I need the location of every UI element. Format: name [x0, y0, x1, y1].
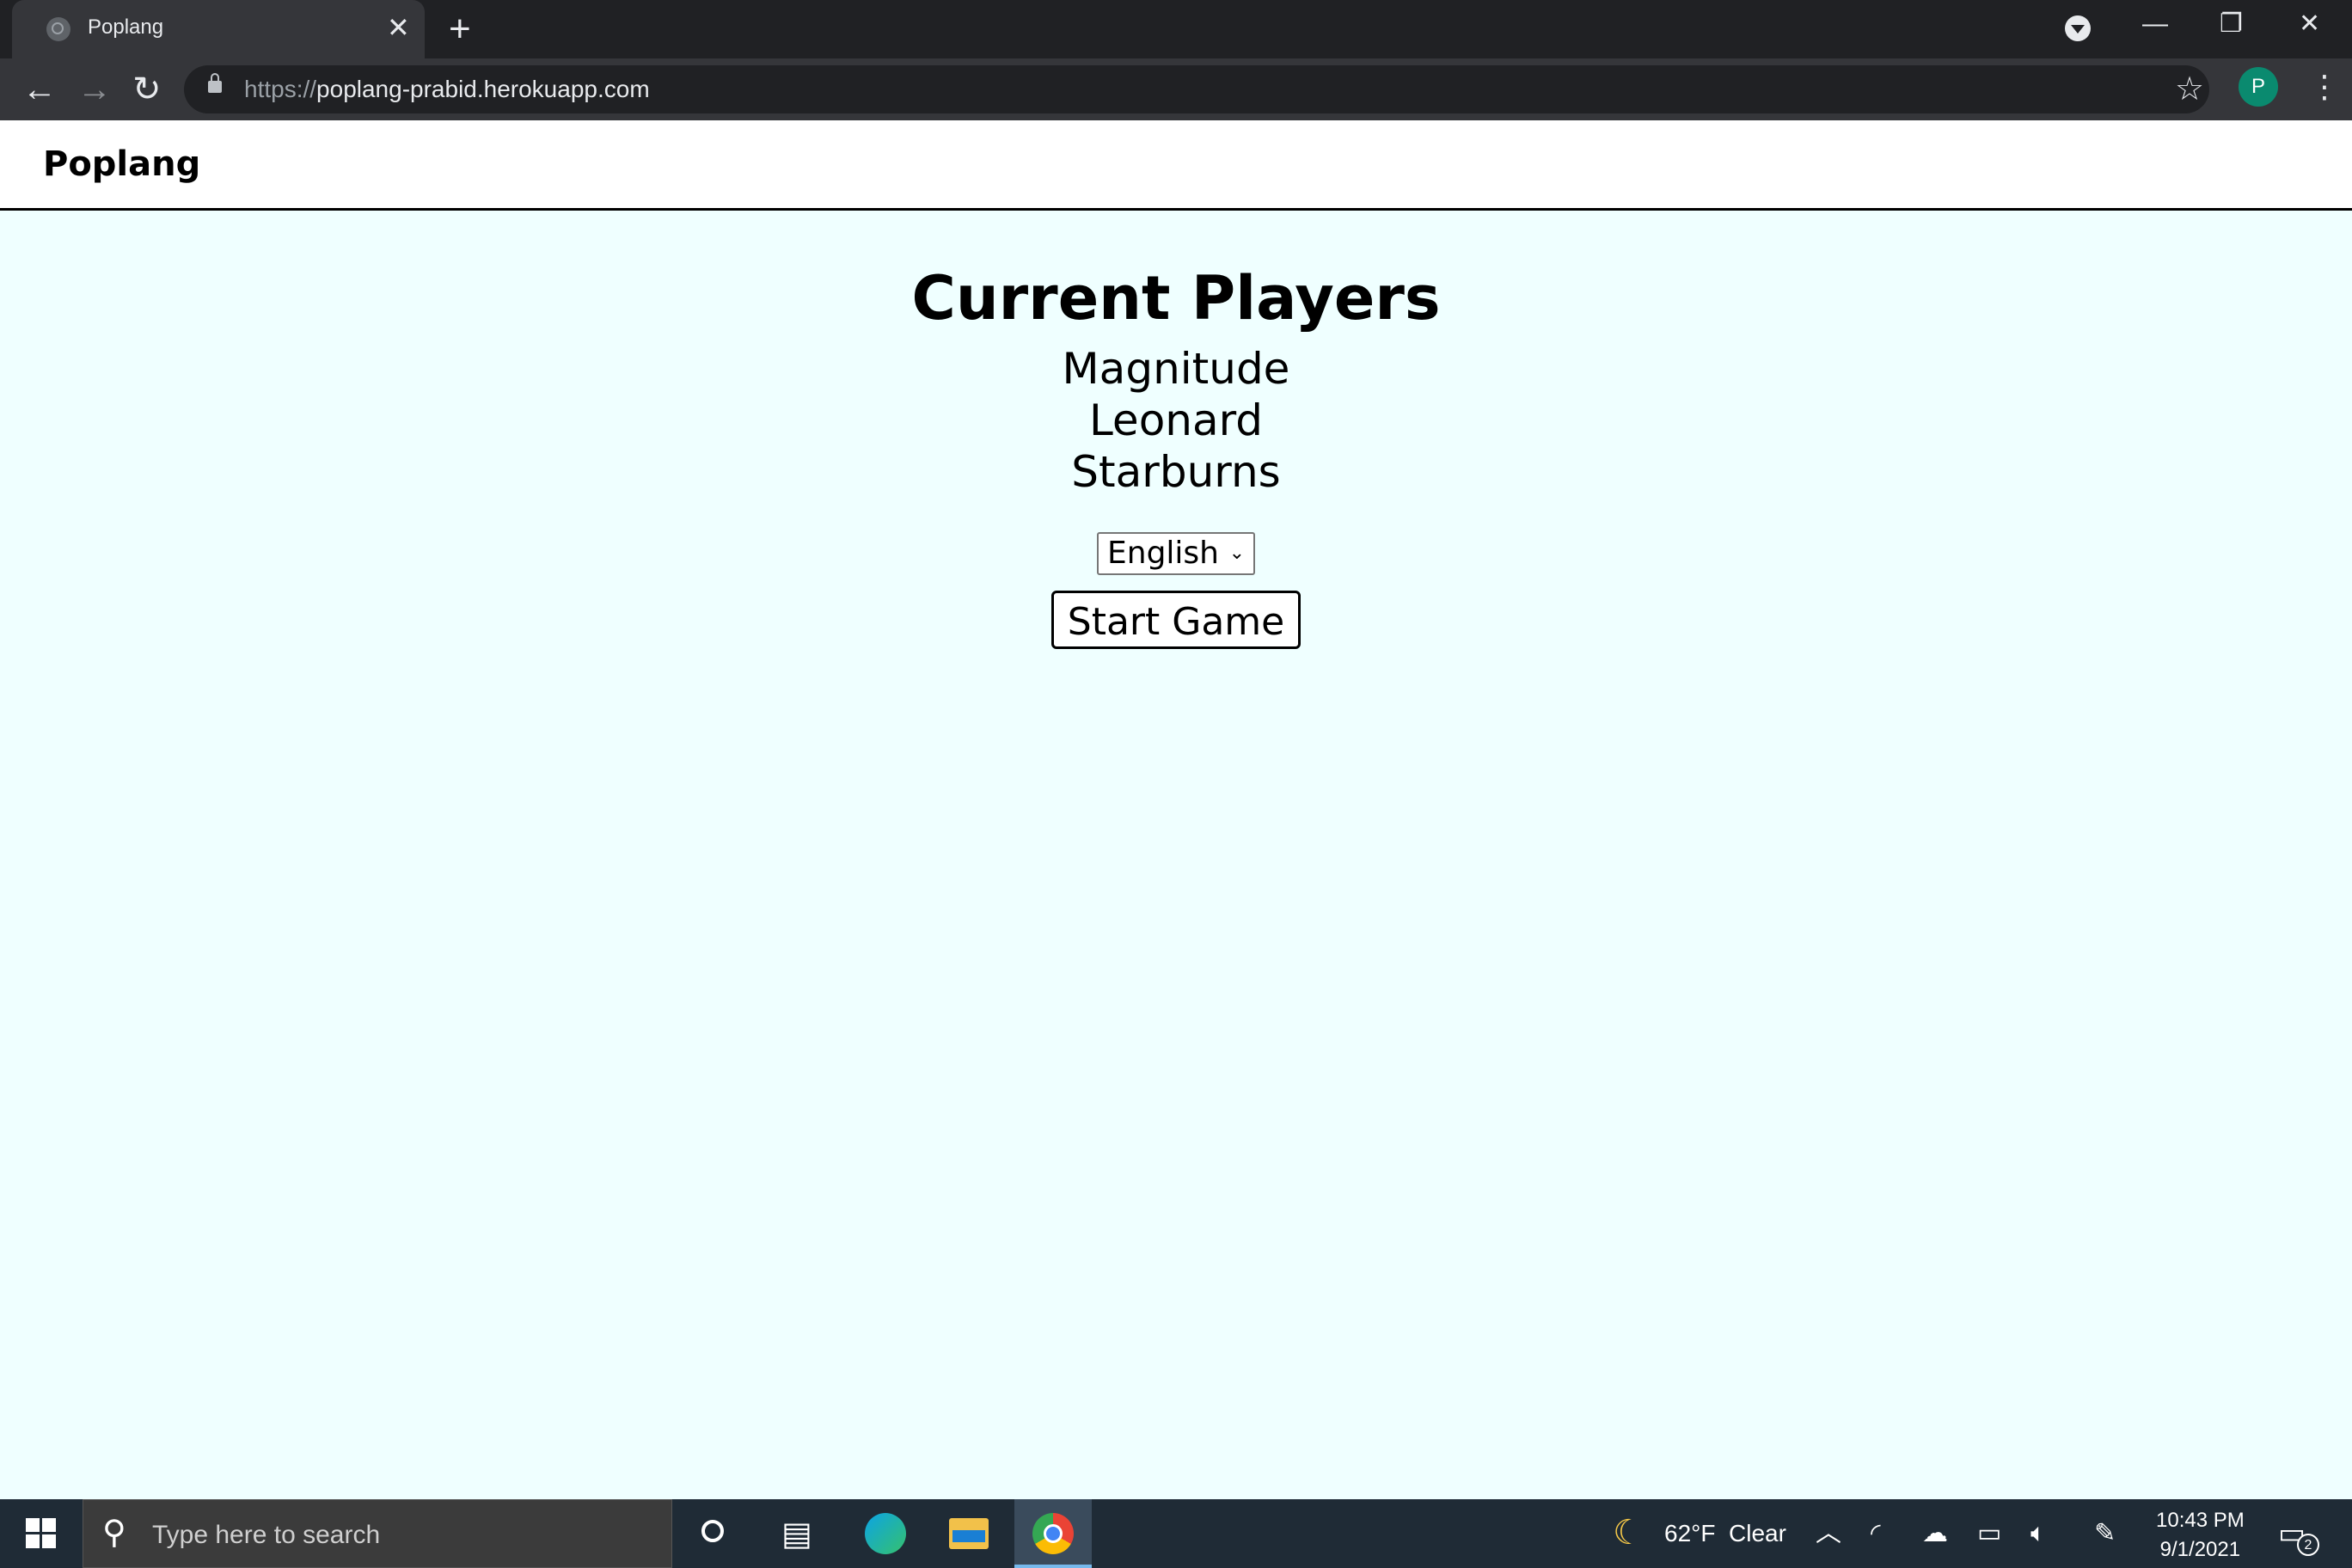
- brand-title[interactable]: Poplang: [43, 144, 200, 184]
- close-window-button[interactable]: ✕: [2299, 7, 2320, 41]
- player-list: Magnitude Leonard Starburns: [0, 343, 2352, 498]
- pen-icon[interactable]: ✎: [2094, 1516, 2116, 1551]
- taskbar-clock[interactable]: 10:43 PM 9/1/2021: [2156, 1506, 2245, 1565]
- chrome-icon[interactable]: [1032, 1513, 1074, 1554]
- profile-avatar[interactable]: P: [2239, 67, 2278, 107]
- chevron-down-icon: ⌄: [1228, 542, 1245, 564]
- weather-text[interactable]: 62°F Clear: [1664, 1520, 1786, 1547]
- player-item: Starburns: [1071, 447, 1281, 497]
- task-view-icon[interactable]: ▤: [777, 1515, 817, 1554]
- page-title: Current Players: [911, 263, 1441, 334]
- browser-toolbar: ← → ↻ https://poplang-prabid.herokuapp.c…: [0, 58, 2352, 120]
- lock-icon[interactable]: [208, 73, 222, 93]
- volume-icon[interactable]: 🔈︎: [2030, 1516, 2046, 1551]
- cortana-icon[interactable]: [701, 1520, 724, 1542]
- url-host: poplang-prabid.herokuapp.com: [316, 76, 650, 102]
- profile-dropdown-icon[interactable]: [2065, 15, 2091, 41]
- forward-button[interactable]: →: [77, 69, 112, 110]
- url-scheme: https://: [244, 76, 317, 102]
- player-item: Leonard: [1088, 395, 1264, 445]
- language-select[interactable]: English ⌄: [1097, 532, 1255, 575]
- clock-time: 10:43 PM: [2156, 1509, 2245, 1532]
- language-select-value: English: [1107, 536, 1219, 571]
- url-text[interactable]: https://poplang-prabid.herokuapp.com: [244, 76, 650, 103]
- reload-button[interactable]: ↻: [132, 69, 162, 110]
- taskbar-search-placeholder: Type here to search: [152, 1521, 381, 1549]
- file-explorer-icon[interactable]: [949, 1518, 989, 1549]
- browser-tabstrip: Poplang ✕ + — ❐ ✕: [0, 0, 2352, 58]
- edge-icon[interactable]: [865, 1513, 906, 1554]
- search-icon: ⚲: [102, 1515, 126, 1551]
- chevron-up-icon[interactable]: ︿: [1816, 1516, 1841, 1551]
- back-button[interactable]: ←: [22, 69, 57, 110]
- cloud-icon[interactable]: ☁: [1922, 1516, 1948, 1551]
- taskbar: ⚲ Type here to search ▤ ☾ 62°F Clear ︿ ◜…: [0, 1499, 2352, 1568]
- new-tab-button[interactable]: +: [449, 9, 471, 50]
- start-game-button[interactable]: Start Game: [1050, 591, 1302, 649]
- minimize-button[interactable]: —: [2142, 7, 2168, 41]
- moon-icon[interactable]: ☾: [1613, 1511, 1644, 1554]
- notification-badge: 2: [2297, 1534, 2319, 1556]
- browser-tab[interactable]: Poplang ✕: [12, 0, 425, 58]
- tab-close-icon[interactable]: ✕: [387, 12, 410, 43]
- address-bar[interactable]: https://poplang-prabid.herokuapp.com ☆: [184, 65, 2209, 113]
- weather-temp: 62°F: [1664, 1520, 1716, 1547]
- windows-start-icon[interactable]: [26, 1518, 57, 1549]
- network-icon[interactable]: ◜: [1871, 1516, 1881, 1551]
- star-icon[interactable]: ☆: [2175, 70, 2204, 108]
- menu-icon[interactable]: ⋮: [2309, 67, 2340, 107]
- player-item: Magnitude: [1062, 344, 1290, 394]
- tab-title: Poplang: [88, 15, 164, 39]
- main-content: Current Players Magnitude Leonard Starbu…: [0, 211, 2352, 649]
- restore-button[interactable]: ❐: [2220, 7, 2243, 41]
- globe-icon: [46, 17, 70, 41]
- site-header: Poplang: [0, 120, 2352, 211]
- battery-icon[interactable]: ▭: [1977, 1516, 2001, 1551]
- clock-date: 9/1/2021: [2159, 1538, 2241, 1561]
- weather-condition: Clear: [1729, 1520, 1786, 1547]
- taskbar-search-box[interactable]: ⚲ Type here to search: [83, 1499, 672, 1568]
